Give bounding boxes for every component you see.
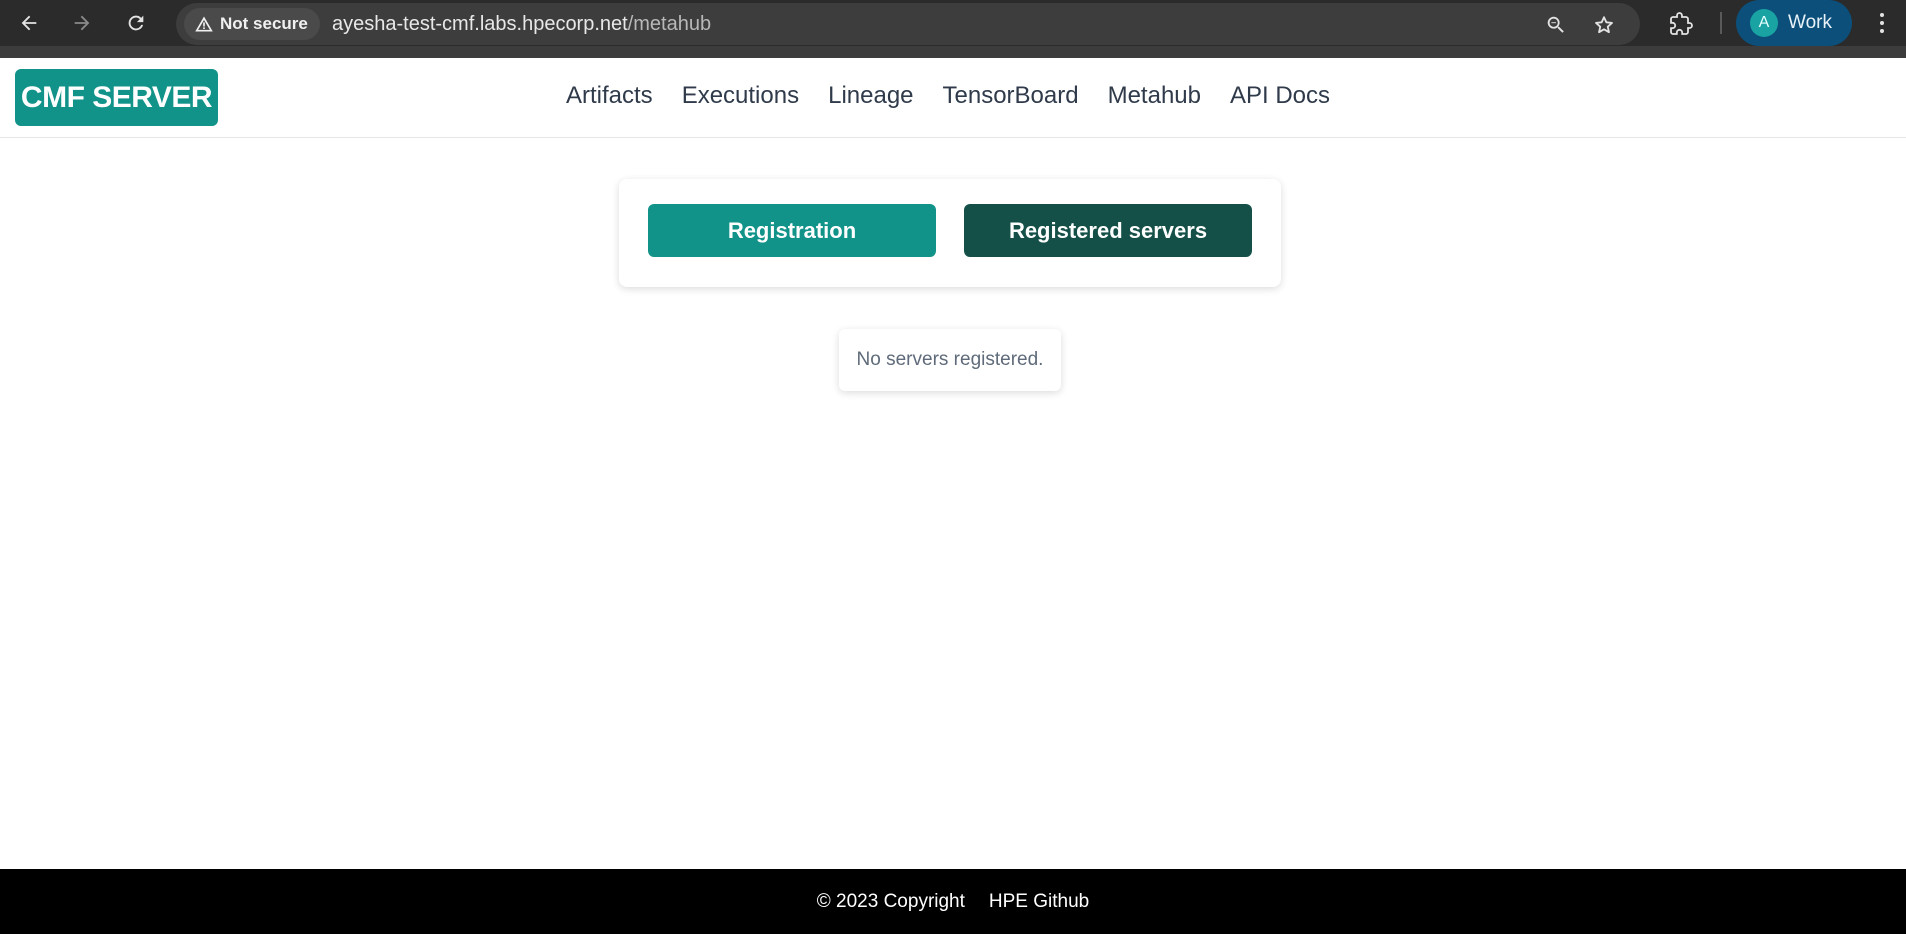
extensions-button[interactable]: [1666, 9, 1696, 39]
address-bar[interactable]: Not secure ayesha-test-cmf.labs.hpecorp.…: [176, 3, 1640, 45]
zoom-magnifier-icon: [1547, 16, 1564, 33]
nav-link-artifacts[interactable]: Artifacts: [566, 82, 653, 110]
app-header: CMF SERVER Artifacts Executions Lineage …: [0, 58, 1906, 138]
menu-dot-icon: [1880, 29, 1884, 33]
page-footer: © 2023 Copyright HPE Github: [0, 869, 1906, 934]
menu-dot-icon: [1880, 21, 1884, 25]
registered-servers-button[interactable]: Registered servers: [964, 204, 1252, 257]
security-label: Not secure: [220, 14, 308, 33]
forward-button[interactable]: [65, 6, 99, 40]
browser-chrome: Not secure ayesha-test-cmf.labs.hpecorp.…: [0, 0, 1906, 58]
puzzle-icon: [1670, 12, 1693, 35]
nav-link-metahub[interactable]: Metahub: [1108, 82, 1201, 110]
cmf-server-logo[interactable]: CMF SERVER: [15, 69, 218, 126]
nav-link-executions[interactable]: Executions: [682, 82, 799, 110]
url-text: ayesha-test-cmf.labs.hpecorp.net/metahub: [332, 13, 711, 36]
hpe-github-link[interactable]: HPE Github: [989, 891, 1089, 913]
url-host: ayesha-test-cmf.labs.hpecorp.net: [332, 13, 628, 35]
metahub-tab-card: Registration Registered servers: [619, 179, 1281, 287]
nav-link-tensorboard[interactable]: TensorBoard: [943, 82, 1079, 110]
menu-dot-icon: [1880, 13, 1884, 17]
avatar: A: [1750, 9, 1778, 37]
bookmark-button[interactable]: [1590, 11, 1618, 39]
browser-toolbar: Not secure ayesha-test-cmf.labs.hpecorp.…: [0, 0, 1906, 46]
forward-arrow-icon: [74, 15, 90, 31]
security-indicator[interactable]: Not secure: [184, 8, 320, 40]
back-button[interactable]: [12, 6, 46, 40]
empty-state-message: No servers registered.: [839, 329, 1061, 391]
profile-label: Work: [1788, 12, 1832, 33]
registration-button[interactable]: Registration: [648, 204, 936, 257]
footer-copyright: © 2023 Copyright: [816, 890, 965, 912]
profile-button[interactable]: A Work: [1736, 0, 1852, 46]
star-icon: [1595, 16, 1613, 34]
reload-icon: [128, 15, 144, 31]
nav-link-lineage[interactable]: Lineage: [828, 82, 913, 110]
url-path: /metahub: [627, 13, 712, 35]
nav-link-api-docs[interactable]: API Docs: [1230, 82, 1330, 110]
reload-button[interactable]: [119, 6, 153, 40]
back-arrow-icon: [21, 15, 37, 31]
main-nav: Artifacts Executions Lineage TensorBoard…: [566, 82, 1330, 110]
toolbar-divider: [1720, 12, 1722, 34]
warning-triangle-icon: [195, 16, 213, 32]
zoom-button[interactable]: [1542, 11, 1570, 39]
browser-menu-button[interactable]: [1872, 10, 1892, 36]
